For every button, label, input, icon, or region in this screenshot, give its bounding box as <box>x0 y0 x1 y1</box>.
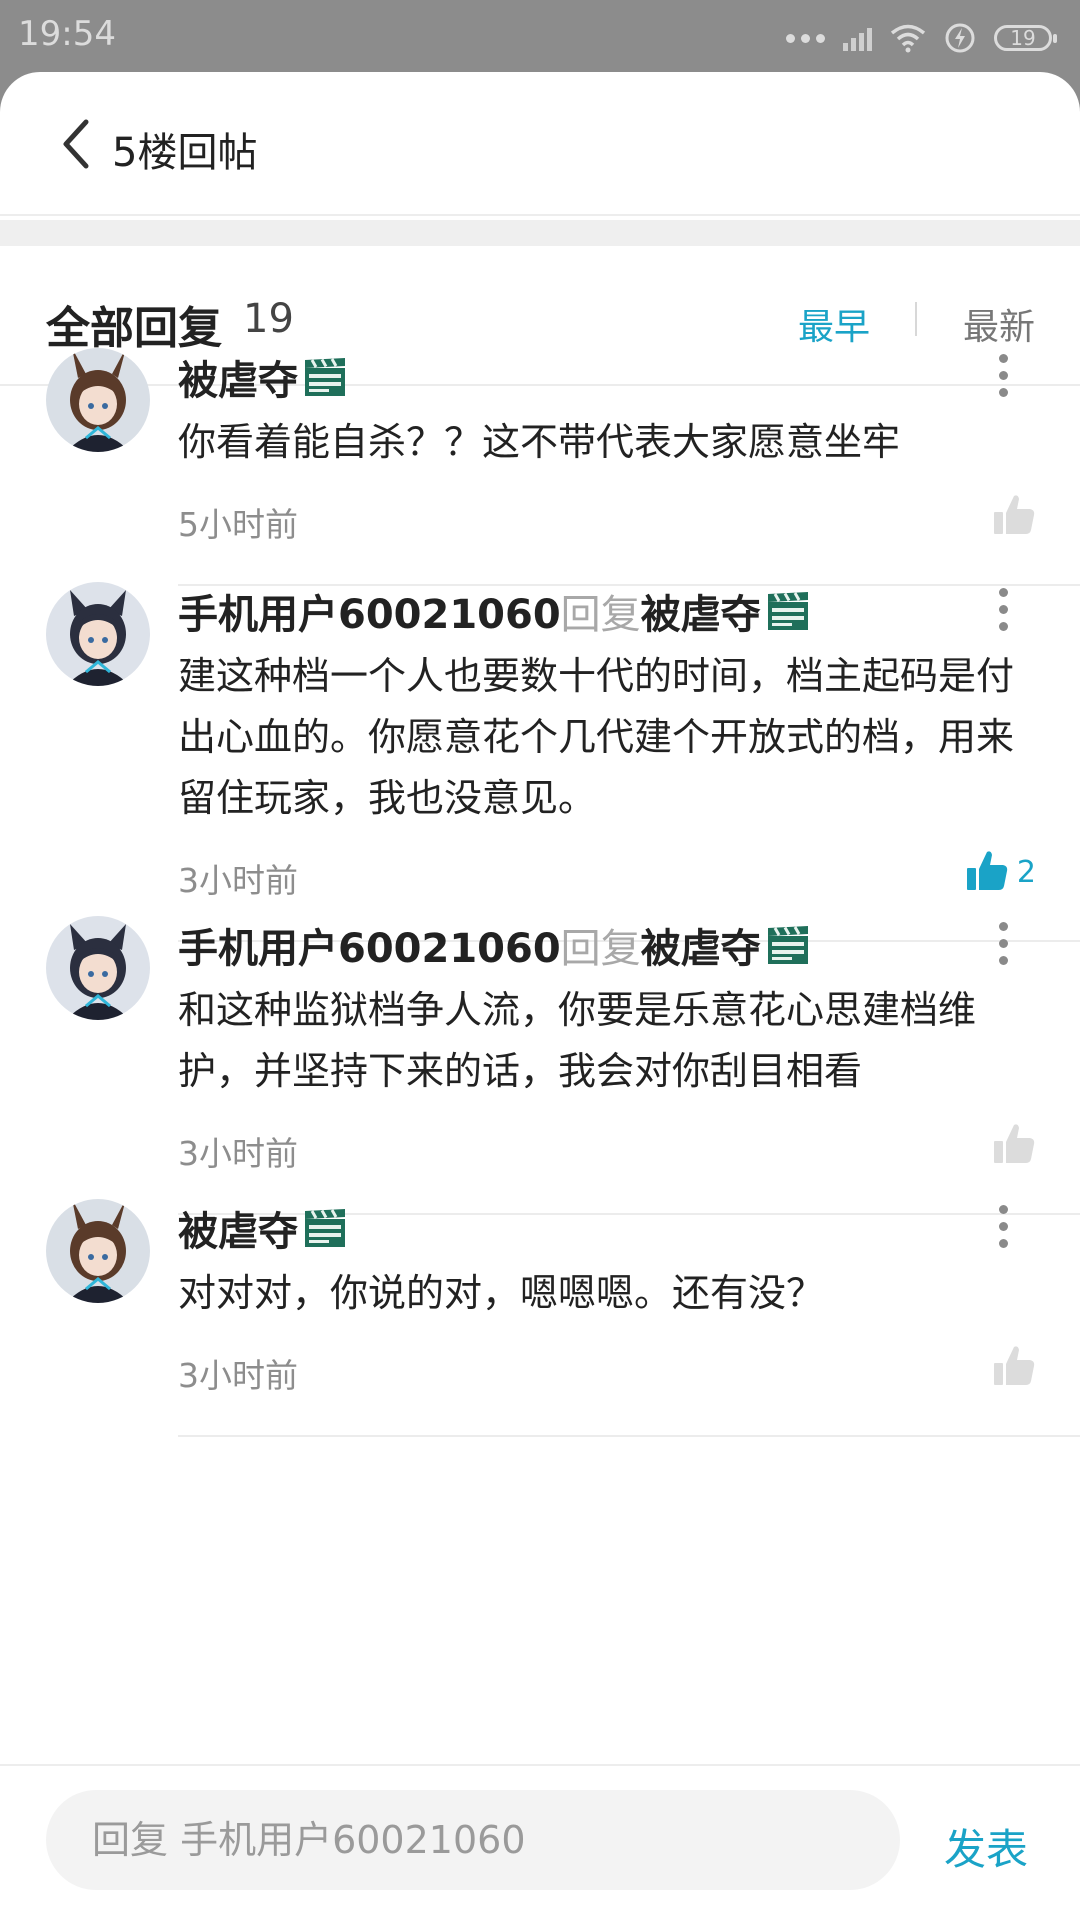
reply-sheet: 5楼回帖 全部回复 19 最早 最新 被虐夺 你看着能自杀？？这不带代表大家愿意坐… <box>0 72 1080 1920</box>
like-button[interactable] <box>954 1341 1036 1393</box>
thumbs-up-icon <box>992 1121 1036 1169</box>
battery-icon: 19 <box>994 25 1057 51</box>
clapperboard-badge-icon <box>302 1207 348 1249</box>
reply-input-bar: 发表 <box>0 1764 1080 1920</box>
comment-username[interactable]: 手机用户60021060 <box>178 916 561 974</box>
clapperboard-badge-icon <box>765 924 811 966</box>
status-icons: 19 <box>786 18 1057 58</box>
reply-target-username[interactable]: 被虐夺 <box>641 916 761 974</box>
charging-icon <box>945 23 975 53</box>
comment-item[interactable]: 被虐夺对对对，你说的对，嗯嗯嗯。还有没？ 3小时前 <box>0 1163 1080 1437</box>
comment-time: 5小时前 <box>178 505 298 544</box>
reply-input[interactable] <box>46 1790 900 1890</box>
comment-username[interactable]: 被虐夺 <box>178 348 298 406</box>
comment-time: 3小时前 <box>178 1356 298 1395</box>
page-title: 5楼回帖 <box>112 130 258 176</box>
comment-text: 你看着能自杀？？这不带代表大家愿意坐牢 <box>178 420 901 464</box>
status-bar: 19:54 19 <box>0 0 1080 72</box>
comment-divider <box>178 1435 1080 1437</box>
clapperboard-badge-icon <box>765 590 811 632</box>
comment-header: 手机用户60021060 回复 被虐夺 <box>178 582 811 640</box>
like-button[interactable] <box>954 490 1036 542</box>
thumbs-up-icon <box>992 492 1036 540</box>
section-divider <box>0 220 1080 246</box>
comment-username[interactable]: 被虐夺 <box>178 1199 298 1257</box>
comment-text: 建这种档一个人也要数十代的时间，档主起码是付出心血的。你愿意花个几代建个开放式的… <box>178 654 1015 820</box>
comment-username[interactable]: 手机用户60021060 <box>178 582 561 640</box>
avatar[interactable] <box>46 1199 150 1303</box>
comment-text: 对对对，你说的对，嗯嗯嗯。还有没？ <box>178 1271 825 1315</box>
more-options-icon[interactable] <box>996 354 1010 406</box>
comment-header: 手机用户60021060 回复 被虐夺 <box>178 916 811 974</box>
comment-item[interactable]: 被虐夺你看着能自杀？？这不带代表大家愿意坐牢 5小时前 <box>0 312 1080 586</box>
comment-header: 被虐夺 <box>178 1199 348 1257</box>
avatar[interactable] <box>46 916 150 1020</box>
avatar[interactable] <box>46 582 150 686</box>
send-button[interactable]: 发表 <box>944 1816 1028 1877</box>
comment-header: 被虐夺 <box>178 348 348 406</box>
comment-text: 和这种监狱档争人流，你要是乐意花心思建档维护，并坚持下来的话，我会对你刮目相看 <box>178 988 977 1093</box>
header: 5楼回帖 <box>0 72 1080 216</box>
more-options-icon[interactable] <box>996 588 1010 640</box>
more-options-icon[interactable] <box>996 922 1010 974</box>
reply-to-label: 回复 <box>560 926 641 972</box>
clapperboard-badge-icon <box>302 356 348 398</box>
status-time: 19:54 <box>18 14 116 54</box>
reply-target-username[interactable]: 被虐夺 <box>641 582 761 640</box>
battery-level: 19 <box>1010 26 1036 50</box>
thumbs-up-icon <box>992 1343 1036 1391</box>
wifi-icon <box>890 24 926 53</box>
reply-to-label: 回复 <box>560 592 641 638</box>
avatar[interactable] <box>46 348 150 452</box>
more-options-icon[interactable] <box>996 1205 1010 1257</box>
back-icon[interactable] <box>56 116 96 172</box>
more-dots-icon <box>786 33 825 43</box>
signal-icon <box>843 25 872 51</box>
